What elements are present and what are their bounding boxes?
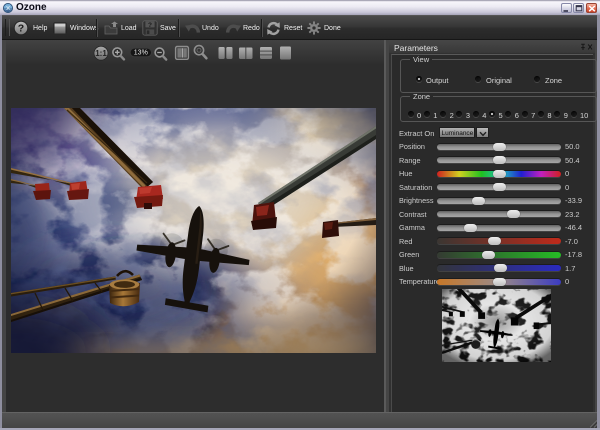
svg-text:1:1: 1:1 (95, 49, 107, 58)
svg-text:13%: 13% (134, 50, 148, 57)
svg-text:?: ? (18, 23, 24, 35)
svg-text:?: ? (148, 22, 152, 29)
